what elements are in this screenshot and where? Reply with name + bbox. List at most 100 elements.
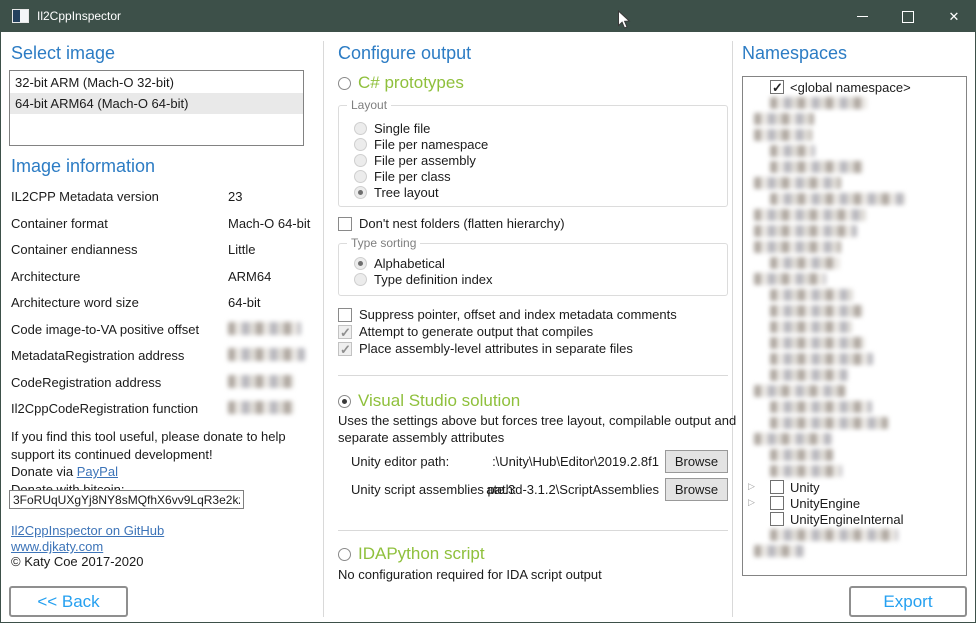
flatten-hierarchy-option[interactable]: Don't nest folders (flatten hierarchy)	[338, 216, 565, 231]
maximize-button[interactable]	[885, 1, 931, 32]
namespace-item	[743, 367, 966, 383]
namespace-checkbox[interactable]	[770, 512, 784, 526]
type-sorting-defindex-option[interactable]: Type definition index	[354, 272, 493, 287]
divider-middle-right	[732, 41, 733, 617]
website-link[interactable]: www.djkaty.com	[11, 539, 103, 554]
namespace-item	[743, 287, 966, 303]
ida-description: No configuration required for IDA script…	[338, 567, 602, 582]
file-per-assembly-label: File per assembly	[374, 153, 476, 168]
namespace-item	[743, 415, 966, 431]
namespace-item-redacted	[770, 193, 905, 205]
browse-unity-script-button[interactable]: Browse	[665, 478, 728, 501]
idapython-script-radio[interactable]	[338, 548, 351, 561]
separator-above-ida	[338, 530, 728, 531]
type-definition-index-radio[interactable]	[354, 273, 367, 286]
namespaces-heading: Namespaces	[742, 43, 847, 64]
namespace-item-redacted	[770, 161, 863, 173]
namespace-item	[743, 431, 966, 447]
namespace-item	[743, 527, 966, 543]
namespace-item[interactable]: UnityEngine	[743, 495, 966, 511]
namespace-item-redacted	[770, 257, 840, 269]
tree-layout-radio[interactable]	[354, 186, 367, 199]
unity-script-path-input[interactable]: ate.3d-3.1.2\ScriptAssemblies	[439, 482, 659, 497]
idapython-script-option[interactable]: IDAPython script	[338, 544, 485, 564]
info-row: Container formatMach-O 64-bit	[11, 211, 311, 238]
flatten-hierarchy-checkbox[interactable]	[338, 217, 352, 231]
csharp-prototypes-radio[interactable]	[338, 77, 351, 90]
info-row: Code image-to-VA positive offset	[11, 317, 311, 344]
assembly-attributes-checkbox[interactable]	[338, 342, 352, 356]
info-label: Architecture	[11, 269, 80, 284]
configure-output-heading: Configure output	[338, 43, 471, 64]
layout-option-file-per-class[interactable]: File per class	[354, 169, 451, 184]
expander-icon[interactable]	[748, 497, 755, 508]
title-bar[interactable]: Il2CppInspector	[1, 1, 975, 32]
github-link[interactable]: Il2CppInspector on GitHub	[11, 523, 164, 538]
export-button[interactable]: Export	[849, 586, 967, 617]
bitcoin-address-input[interactable]	[9, 490, 244, 509]
namespace-checkbox[interactable]	[770, 480, 784, 494]
image-information-heading: Image information	[11, 156, 155, 177]
namespace-checkbox[interactable]	[770, 80, 784, 94]
suppress-comments-option[interactable]: Suppress pointer, offset and index metad…	[338, 307, 677, 322]
image-list-item[interactable]: 32-bit ARM (Mach-O 32-bit)	[10, 72, 303, 93]
namespace-item	[743, 175, 966, 191]
file-per-assembly-radio[interactable]	[354, 154, 367, 167]
image-list-item[interactable]: 64-bit ARM64 (Mach-O 64-bit)	[10, 93, 303, 114]
csharp-prototypes-option[interactable]: C# prototypes	[338, 73, 464, 93]
layout-option-file-per-namespace[interactable]: File per namespace	[354, 137, 488, 152]
info-value: 23	[228, 189, 242, 204]
namespace-item[interactable]: UnityEngineInternal	[743, 511, 966, 527]
namespace-item-redacted	[770, 369, 848, 381]
layout-option-single-file[interactable]: Single file	[354, 121, 430, 136]
visual-studio-solution-option[interactable]: Visual Studio solution	[338, 391, 520, 411]
namespace-item-redacted	[770, 353, 873, 365]
browse-unity-editor-button[interactable]: Browse	[665, 450, 728, 473]
info-label: IL2CPP Metadata version	[11, 189, 159, 204]
info-value-redacted	[228, 322, 301, 335]
namespace-item	[743, 399, 966, 415]
layout-option-tree-layout[interactable]: Tree layout	[354, 185, 439, 200]
namespace-item-redacted	[770, 401, 872, 413]
assembly-attributes-option[interactable]: Place assembly-level attributes in separ…	[338, 341, 633, 356]
namespace-label: Unity	[790, 480, 820, 495]
generate-compiles-option[interactable]: Attempt to generate output that compiles	[338, 324, 593, 339]
namespace-item[interactable]: Unity	[743, 479, 966, 495]
single-file-radio[interactable]	[354, 122, 367, 135]
namespace-item	[743, 383, 966, 399]
generate-compiles-checkbox[interactable]	[338, 325, 352, 339]
expander-icon[interactable]	[748, 481, 755, 492]
paypal-link[interactable]: PayPal	[77, 464, 118, 479]
unity-editor-path-label: Unity editor path:	[351, 454, 449, 469]
namespace-checkbox[interactable]	[770, 496, 784, 510]
namespace-item-redacted	[770, 529, 898, 541]
namespace-item-redacted	[770, 97, 867, 109]
tree-layout-label: Tree layout	[374, 185, 439, 200]
namespace-item[interactable]: <global namespace>	[743, 79, 966, 95]
donate-via-text: Donate via	[11, 464, 77, 479]
copyright-text: © Katy Coe 2017-2020	[11, 554, 143, 569]
namespace-item	[743, 543, 966, 559]
namespace-tree[interactable]: <global namespace> UnityUnityEngineUnityE…	[742, 76, 967, 576]
mouse-cursor-icon	[617, 10, 632, 31]
namespace-item	[743, 159, 966, 175]
namespace-item	[743, 239, 966, 255]
minimize-button[interactable]	[839, 1, 885, 32]
back-button[interactable]: << Back	[9, 586, 128, 617]
file-per-class-radio[interactable]	[354, 170, 367, 183]
namespace-item-redacted	[770, 321, 852, 333]
namespace-item	[743, 191, 966, 207]
layout-option-file-per-assembly[interactable]: File per assembly	[354, 153, 476, 168]
close-button[interactable]	[931, 1, 976, 32]
namespace-item	[743, 271, 966, 287]
namespace-item	[743, 255, 966, 271]
visual-studio-solution-radio[interactable]	[338, 395, 351, 408]
image-listbox[interactable]: 32-bit ARM (Mach-O 32-bit)64-bit ARM64 (…	[9, 70, 304, 146]
alphabetical-radio[interactable]	[354, 257, 367, 270]
type-sorting-alphabetical-option[interactable]: Alphabetical	[354, 256, 445, 271]
namespace-item	[743, 351, 966, 367]
divider-left-middle	[323, 41, 324, 617]
unity-editor-path-input[interactable]: :\Unity\Hub\Editor\2019.2.8f1	[439, 454, 659, 469]
suppress-comments-checkbox[interactable]	[338, 308, 352, 322]
file-per-namespace-radio[interactable]	[354, 138, 367, 151]
